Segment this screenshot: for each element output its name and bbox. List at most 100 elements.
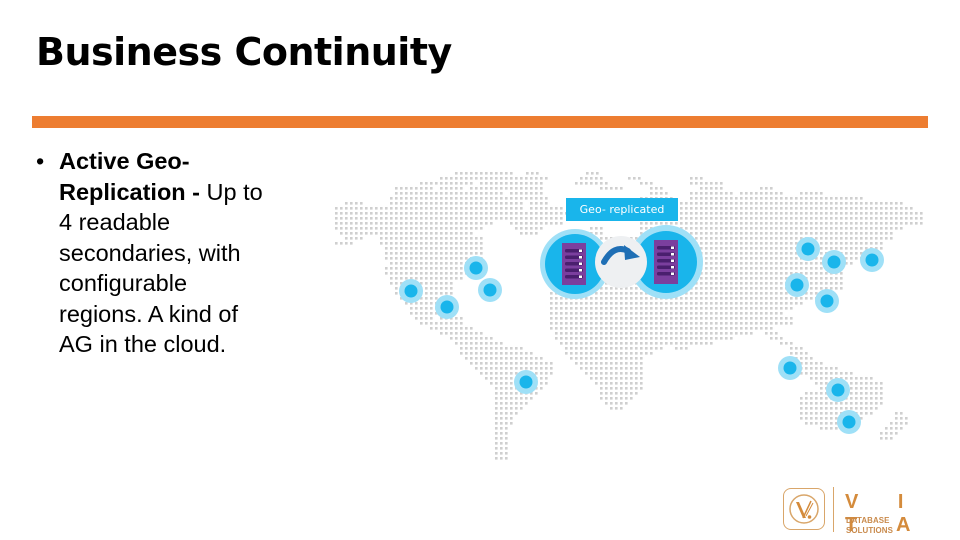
map-dot (520, 362, 523, 365)
map-dot (660, 327, 663, 330)
map-dot (510, 207, 513, 210)
map-dot (840, 207, 843, 210)
map-dot (610, 327, 613, 330)
map-dot (765, 242, 768, 245)
map-dot (410, 252, 413, 255)
map-dot (795, 212, 798, 215)
map-dot (465, 192, 468, 195)
map-dot (720, 202, 723, 205)
map-dot (730, 197, 733, 200)
map-dot (420, 247, 423, 250)
map-dot (895, 422, 898, 425)
map-dot (815, 232, 818, 235)
map-dot (750, 247, 753, 250)
map-dot (705, 242, 708, 245)
map-dot (500, 207, 503, 210)
map-dot (650, 322, 653, 325)
map-dot (485, 222, 488, 225)
map-dot (820, 427, 823, 430)
map-dot (485, 202, 488, 205)
map-dot (660, 192, 663, 195)
map-dot (880, 392, 883, 395)
map-dot (385, 252, 388, 255)
map-dot (690, 192, 693, 195)
map-dot (910, 217, 913, 220)
map-dot (785, 252, 788, 255)
map-dot (630, 332, 633, 335)
map-dot (875, 387, 878, 390)
map-dot (420, 242, 423, 245)
map-dot (855, 397, 858, 400)
map-dot (480, 362, 483, 365)
map-dot (490, 197, 493, 200)
map-dot (705, 277, 708, 280)
map-dot (510, 192, 513, 195)
map-dot (525, 402, 528, 405)
map-dot (365, 232, 368, 235)
map-dot (720, 282, 723, 285)
map-dot (510, 202, 513, 205)
map-dot (515, 197, 518, 200)
map-dot (745, 322, 748, 325)
map-dot (540, 227, 543, 230)
map-dot (355, 212, 358, 215)
map-dot (800, 402, 803, 405)
map-dot (490, 202, 493, 205)
map-dot (400, 187, 403, 190)
map-dot (400, 212, 403, 215)
map-dot (530, 192, 533, 195)
map-dot (775, 227, 778, 230)
map-dot (710, 207, 713, 210)
map-dot (900, 212, 903, 215)
map-dot (830, 197, 833, 200)
map-dot (550, 217, 553, 220)
map-dot (615, 392, 618, 395)
map-dot (450, 217, 453, 220)
map-dot (875, 237, 878, 240)
map-dot (460, 227, 463, 230)
map-dot (465, 202, 468, 205)
map-dot (355, 222, 358, 225)
map-dot (870, 407, 873, 410)
map-dot (596, 172, 599, 175)
map-dot (650, 327, 653, 330)
map-dot (895, 432, 898, 435)
map-dot (845, 242, 848, 245)
map-dot (515, 217, 518, 220)
map-dot (645, 312, 648, 315)
map-dot (850, 377, 853, 380)
map-dot (595, 232, 598, 235)
map-dot (495, 417, 498, 420)
map-dot (465, 327, 468, 330)
map-dot (810, 292, 813, 295)
map-dot (785, 207, 788, 210)
map-dot (665, 322, 668, 325)
map-dot (445, 287, 448, 290)
map-dot (405, 227, 408, 230)
map-dot (470, 342, 473, 345)
map-dot (655, 222, 658, 225)
map-dot (490, 377, 493, 380)
map-dot (780, 302, 783, 305)
map-dot (840, 287, 843, 290)
map-dot (610, 357, 613, 360)
map-dot (565, 312, 568, 315)
map-dot (645, 322, 648, 325)
map-dot (710, 312, 713, 315)
map-dot (905, 207, 908, 210)
map-dot (755, 242, 758, 245)
map-dot (500, 352, 503, 355)
map-dot (405, 187, 408, 190)
map-dot (850, 247, 853, 250)
map-dot (695, 342, 698, 345)
map-dot (845, 237, 848, 240)
map-dot (840, 407, 843, 410)
map-dot (536, 172, 539, 175)
map-dot (565, 332, 568, 335)
map-dot (560, 207, 563, 210)
map-dot (820, 237, 823, 240)
map-dot (470, 177, 473, 180)
map-dot (765, 277, 768, 280)
map-dot (530, 367, 533, 370)
map-dot (570, 332, 573, 335)
